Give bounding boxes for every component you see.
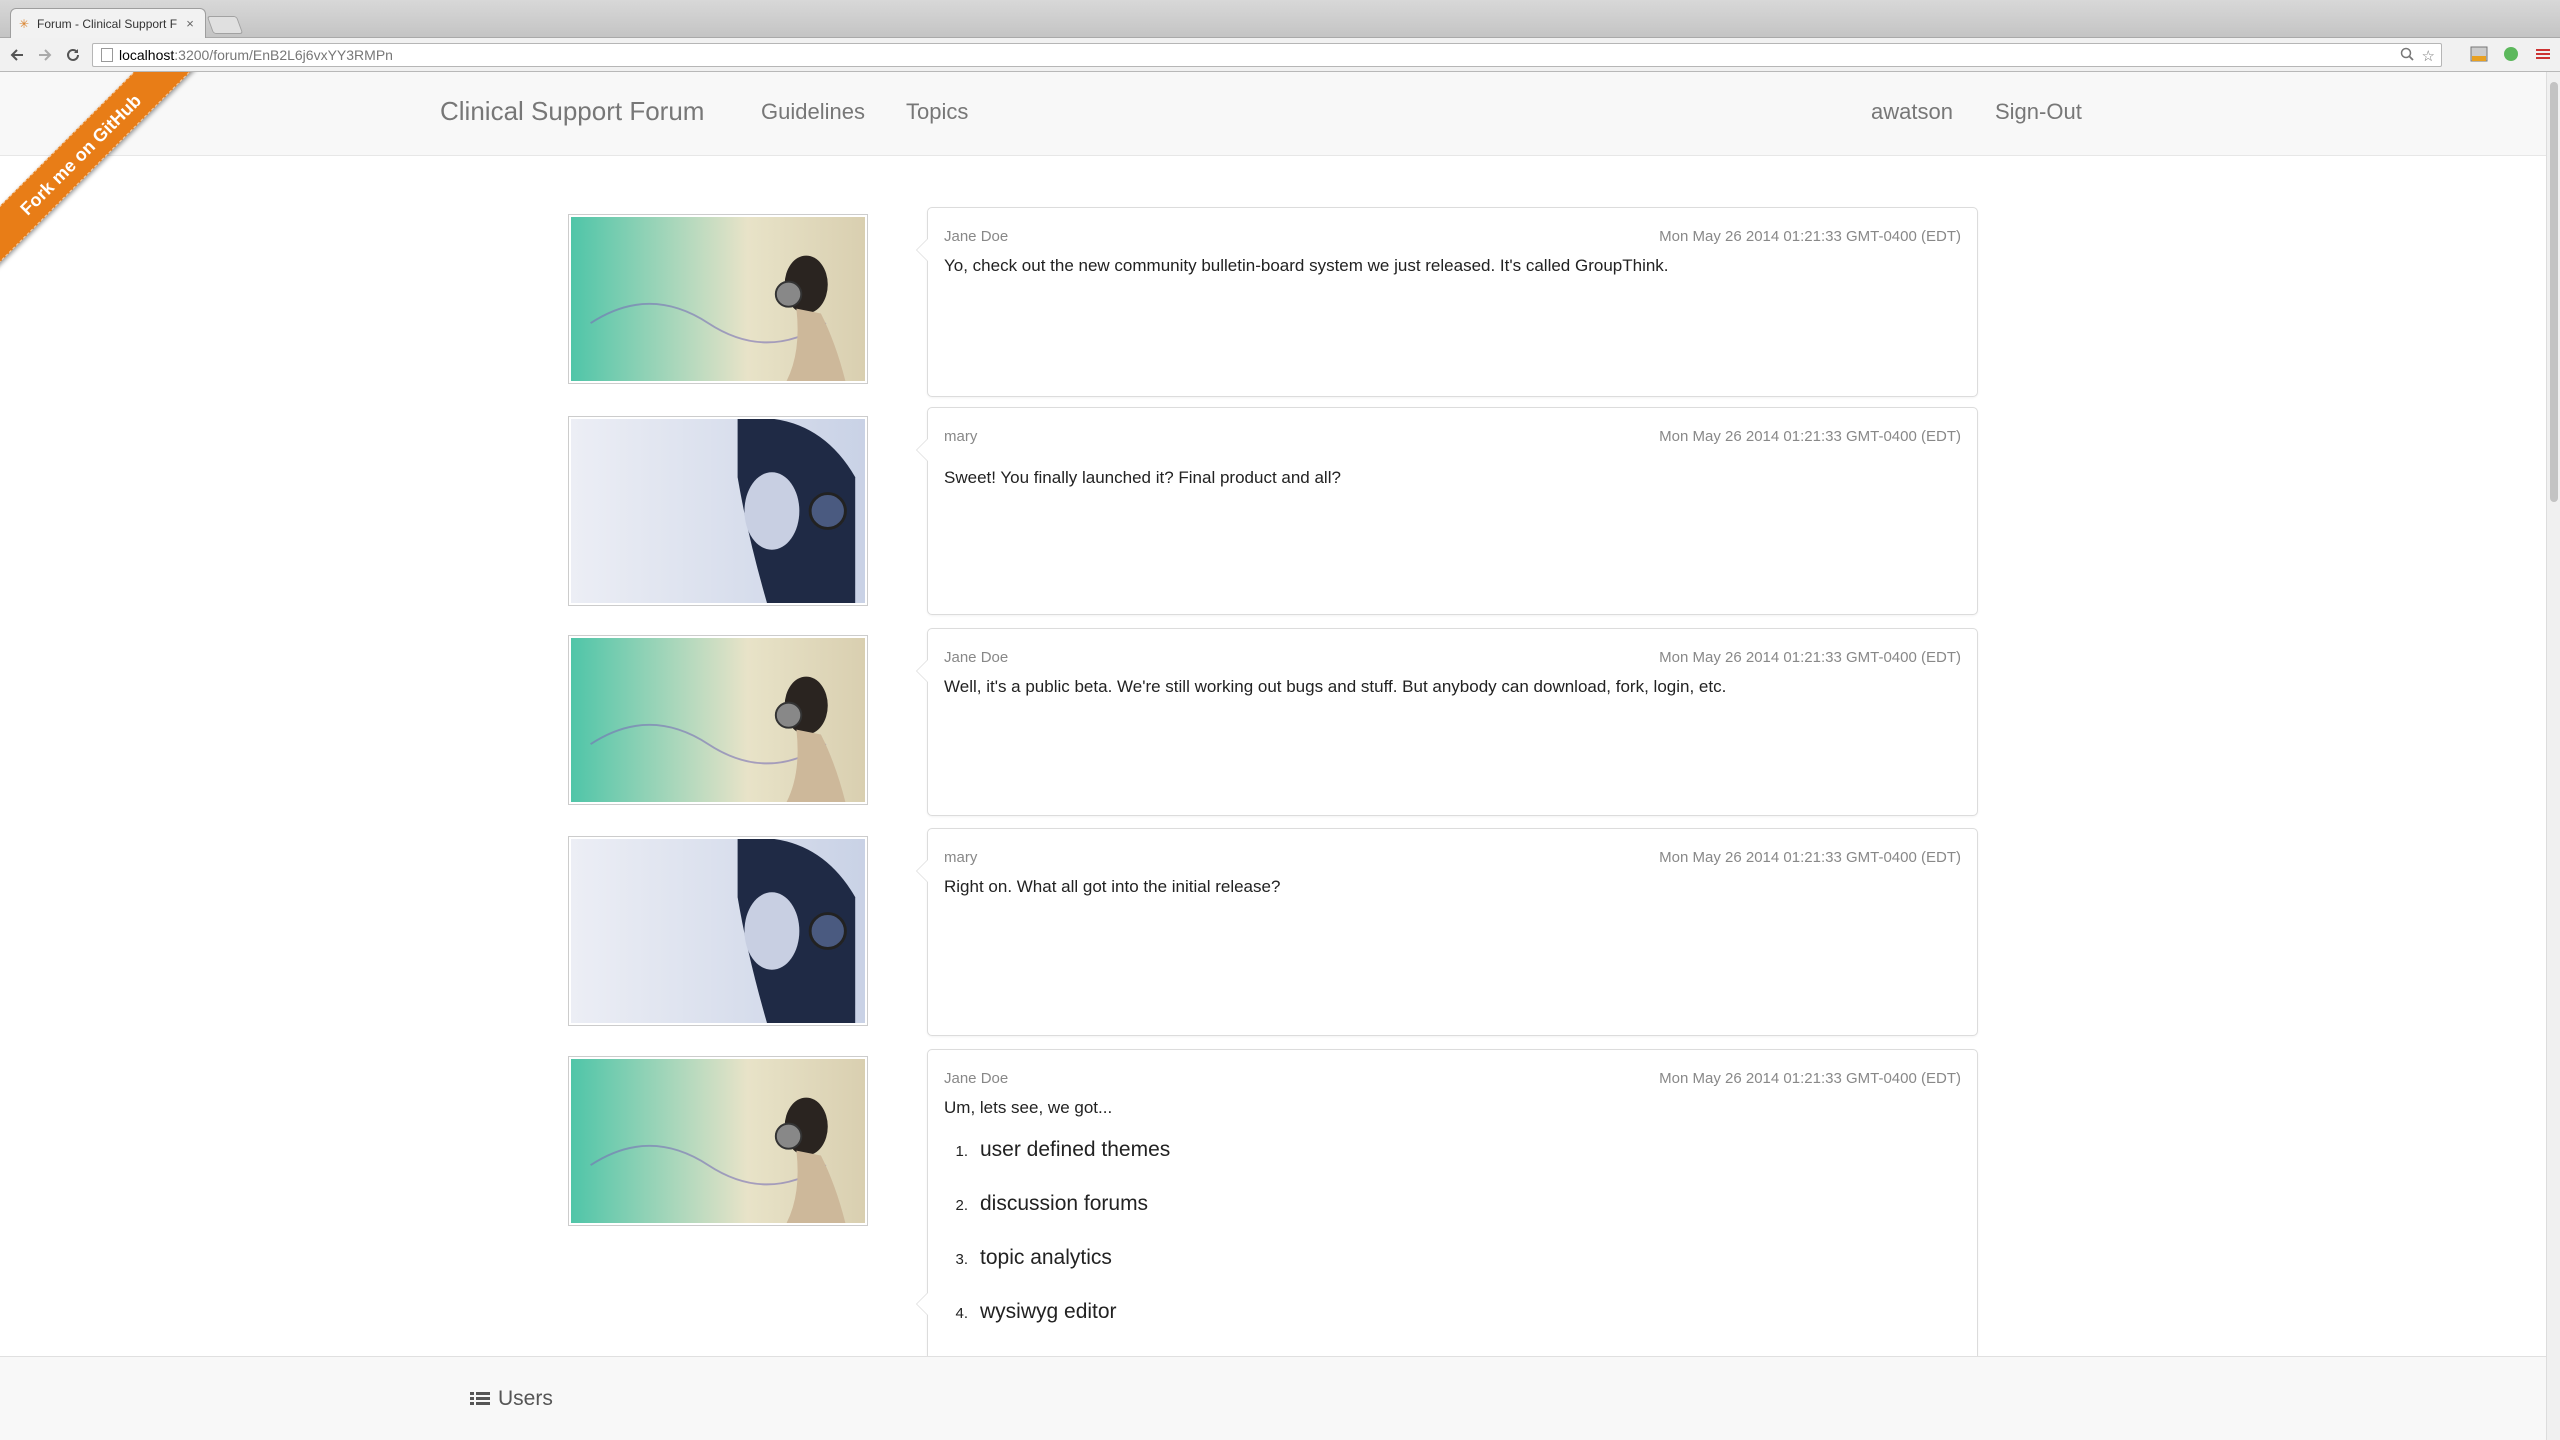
- post-author: Jane Doe: [944, 228, 1009, 245]
- list-item: 4. wysiwyg editor: [955, 1300, 1117, 1323]
- post-message: Um, lets see, we got...: [944, 1098, 1113, 1117]
- url-path: :3200/forum/EnB2L6j6vxYY3RMPn: [174, 47, 393, 63]
- blue-headphones-avatar-icon: [571, 419, 865, 603]
- page-scrollbar[interactable]: [2546, 72, 2560, 1440]
- post-timestamp: Mon May 26 2014 01:21:33 GMT-0400 (EDT): [1659, 228, 1961, 245]
- sign-out-link[interactable]: Sign-Out: [1995, 99, 2082, 125]
- browser-tab[interactable]: ✳ Forum - Clinical Support F ×: [10, 8, 206, 38]
- list-item: 2. discussion forums: [955, 1192, 1149, 1215]
- avatar: [568, 1056, 868, 1226]
- close-tab-icon[interactable]: ×: [183, 16, 197, 31]
- post-timestamp: Mon May 26 2014 01:21:33 GMT-0400 (EDT): [1659, 1070, 1961, 1087]
- post-message: Well, it's a public beta. We're still wo…: [944, 677, 1727, 696]
- page-viewport: Clinical Support Forum Guidelines Topics…: [0, 72, 2546, 1440]
- extension-green-icon[interactable]: [2500, 43, 2522, 65]
- green-headphones-avatar-icon: [571, 1059, 865, 1223]
- post-author: mary: [944, 428, 978, 445]
- fork-me-ribbon[interactable]: Fork me on GitHub: [0, 72, 201, 275]
- users-label: Users: [498, 1387, 553, 1410]
- post-message: Sweet! You finally launched it? Final pr…: [944, 468, 1341, 487]
- blue-headphones-avatar-icon: [571, 839, 865, 1023]
- avatar: [568, 416, 868, 606]
- green-headphones-avatar-icon: [571, 638, 865, 802]
- url-host: localhost: [119, 47, 175, 63]
- feature-list: 1. user defined themes 2. discussion forum…: [944, 1138, 1170, 1354]
- new-tab-button[interactable]: [206, 16, 244, 34]
- list-item: 1. user defined themes: [955, 1138, 1171, 1161]
- extension-new-icon[interactable]: [2468, 43, 2490, 65]
- address-bar[interactable]: localhost:3200/forum/EnB2L6j6vxYY3RMPn ☆: [92, 43, 2442, 67]
- top-navbar: Clinical Support Forum Guidelines Topics…: [0, 72, 2546, 156]
- browser-toolbar: localhost:3200/forum/EnB2L6j6vxYY3RMPn ☆: [0, 38, 2560, 72]
- nav-guidelines-link[interactable]: Guidelines: [761, 99, 865, 125]
- list-icon: [470, 1391, 490, 1407]
- post-bubble: mary Mon May 26 2014 01:21:33 GMT-0400 (…: [916, 828, 1978, 1036]
- footer-bar: Users: [0, 1356, 2546, 1440]
- post-author: mary: [944, 849, 978, 866]
- brand-link[interactable]: Clinical Support Forum: [440, 96, 704, 127]
- favicon-icon: ✳: [19, 16, 30, 31]
- post-author: Jane Doe: [944, 1070, 1009, 1087]
- back-arrow-icon[interactable]: [6, 44, 28, 66]
- post-timestamp: Mon May 26 2014 01:21:33 GMT-0400 (EDT): [1659, 428, 1961, 445]
- user-name-link[interactable]: awatson: [1871, 99, 1953, 125]
- bookmark-star-icon[interactable]: ☆: [2422, 47, 2435, 65]
- list-item: 3. topic analytics: [955, 1246, 1112, 1269]
- nav-topics-link[interactable]: Topics: [906, 99, 968, 125]
- tab-title: Forum - Clinical Support F: [37, 16, 178, 31]
- post-bubble: Jane Doe Mon May 26 2014 01:21:33 GMT-04…: [916, 628, 1978, 816]
- avatar: [568, 635, 868, 805]
- post-bubble: mary Mon May 26 2014 01:21:33 GMT-0400 (…: [916, 407, 1978, 615]
- menu-icon[interactable]: [2532, 43, 2554, 65]
- users-link[interactable]: Users: [470, 1387, 553, 1411]
- post-bubble: Jane Doe Mon May 26 2014 01:21:33 GMT-04…: [916, 1049, 1978, 1379]
- post-timestamp: Mon May 26 2014 01:21:33 GMT-0400 (EDT): [1659, 849, 1961, 866]
- post-timestamp: Mon May 26 2014 01:21:33 GMT-0400 (EDT): [1659, 649, 1961, 666]
- scrollbar-thumb[interactable]: [2550, 82, 2558, 502]
- avatar: [568, 214, 868, 384]
- post-bubble: Jane Doe Mon May 26 2014 01:21:33 GMT-04…: [916, 207, 1978, 397]
- page-icon: [101, 48, 113, 62]
- post-message: Yo, check out the new community bulletin…: [944, 256, 1669, 275]
- post-author: Jane Doe: [944, 649, 1009, 666]
- browser-tab-bar: ✳ Forum - Clinical Support F ×: [0, 0, 2560, 38]
- avatar: [568, 836, 868, 1026]
- zoom-icon[interactable]: [2400, 47, 2414, 65]
- post-message: Right on. What all got into the initial …: [944, 877, 1281, 896]
- reload-icon[interactable]: [62, 44, 84, 66]
- green-headphones-avatar-icon: [571, 217, 865, 381]
- github-ribbon-wrap: Fork me on GitHub: [0, 72, 210, 282]
- forward-arrow-icon[interactable]: [34, 44, 56, 66]
